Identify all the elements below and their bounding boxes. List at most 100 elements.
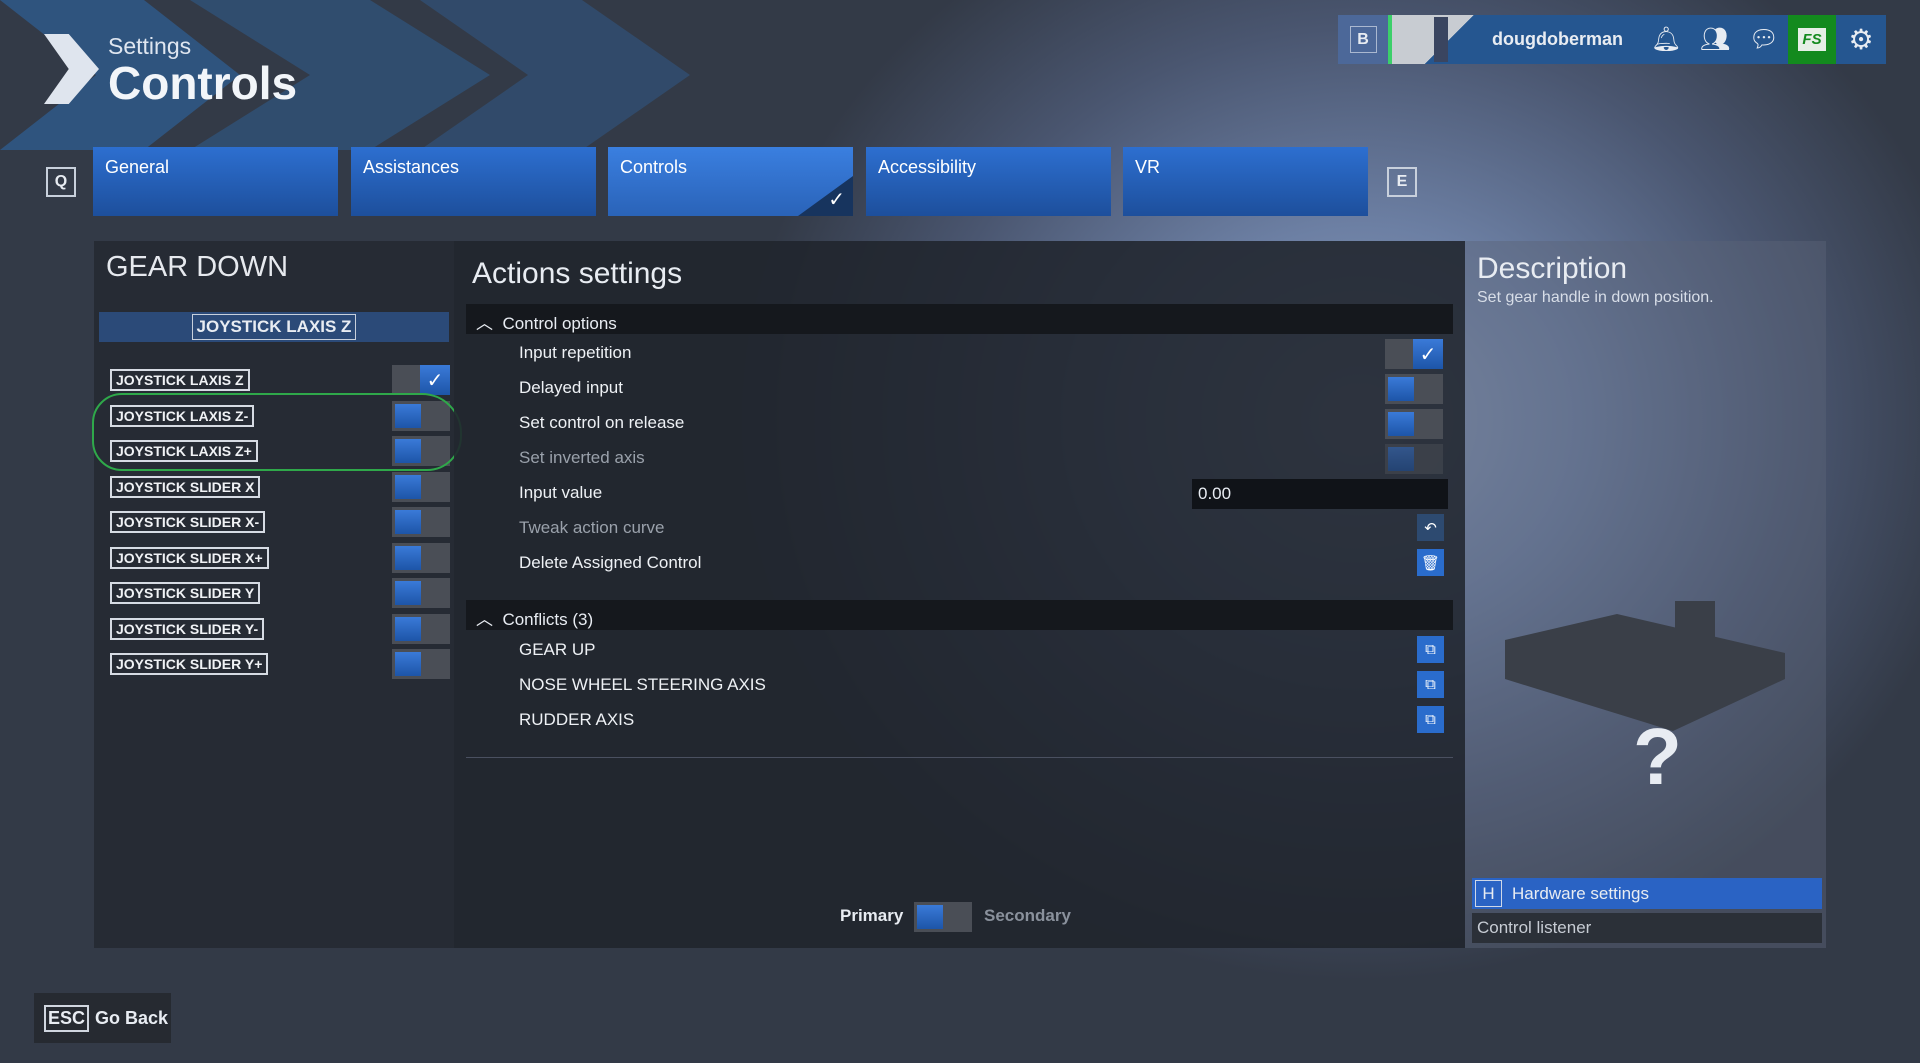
- username[interactable]: dougdoberman: [1492, 29, 1642, 50]
- delayed-input-toggle[interactable]: [1385, 374, 1443, 404]
- hardware-settings-label: Hardware settings: [1512, 883, 1650, 903]
- input-list-item[interactable]: JOYSTICK SLIDER X: [110, 471, 450, 502]
- input-toggle[interactable]: [392, 613, 450, 644]
- option-delete-control: Delete Assigned Control: [519, 553, 702, 572]
- open-external-icon[interactable]: ⧉: [1417, 636, 1444, 663]
- input-toggle[interactable]: [392, 507, 450, 537]
- input-toggle[interactable]: [392, 649, 450, 679]
- unknown-device-icon: ?: [1633, 712, 1682, 801]
- check-icon: ✓: [420, 365, 450, 395]
- selected-input-label: JOYSTICK LAXIS Z: [191, 314, 357, 340]
- primary-label: Primary: [840, 906, 904, 925]
- prev-tab-key[interactable]: Q: [46, 167, 76, 197]
- inverted-axis-toggle[interactable]: [1385, 444, 1443, 474]
- tab-controls[interactable]: Controls ✓: [608, 147, 853, 216]
- tab-general[interactable]: General: [93, 147, 338, 216]
- toggle-knob: [1388, 412, 1414, 436]
- controller-silhouette-stick: [1675, 601, 1715, 701]
- input-list-item[interactable]: JOYSTICK SLIDER Y+: [110, 649, 450, 679]
- input-label: JOYSTICK LAXIS Z: [110, 369, 250, 391]
- input-label: JOYSTICK SLIDER X: [110, 475, 261, 498]
- toggle-knob: [395, 510, 421, 534]
- input-list-item[interactable]: JOYSTICK SLIDER Y-: [110, 613, 450, 644]
- toggle-knob: [395, 652, 421, 676]
- conflict-item: RUDDER AXIS: [519, 710, 635, 729]
- marketplace-button[interactable]: FS: [1788, 15, 1836, 64]
- chevron-up-icon: ︿: [476, 314, 493, 333]
- toggle-knob: [395, 616, 421, 641]
- check-icon: ✓: [828, 189, 845, 211]
- marketplace-icon: FS: [1798, 28, 1826, 51]
- option-input-value: Input value: [519, 483, 603, 502]
- divider: [466, 757, 1453, 758]
- tab-vr[interactable]: VR: [1123, 147, 1368, 216]
- actions-settings-panel: Actions settings ︿ Control options Input…: [454, 241, 1465, 948]
- input-value-field[interactable]: 0.00: [1192, 479, 1448, 509]
- tab-label: Assistances: [363, 157, 460, 177]
- input-list-item[interactable]: JOYSTICK SLIDER Y: [110, 578, 450, 608]
- input-toggle[interactable]: [392, 471, 450, 502]
- conflict-item: NOSE WHEEL STEERING AXIS: [519, 675, 766, 694]
- open-external-icon[interactable]: ⧉: [1417, 706, 1444, 733]
- trash-icon[interactable]: 🗑︎: [1417, 549, 1444, 576]
- input-toggle[interactable]: [392, 578, 450, 608]
- control-listener-button[interactable]: Control listener: [1472, 913, 1822, 943]
- input-label: JOYSTICK SLIDER Y: [110, 582, 261, 604]
- input-repetition-toggle[interactable]: ✓: [1385, 339, 1443, 369]
- conflicts-header[interactable]: ︿ Conflicts (3): [466, 600, 1453, 630]
- tab-label: VR: [1135, 157, 1161, 177]
- description-title: Description: [1477, 252, 1628, 285]
- toggle-knob: [395, 474, 421, 499]
- open-external-icon[interactable]: ⧉: [1417, 671, 1444, 698]
- tab-label: Accessibility: [878, 157, 977, 177]
- control-options-header[interactable]: ︿ Control options: [466, 304, 1453, 334]
- check-icon: ✓: [1413, 339, 1443, 369]
- actions-title: Actions settings: [472, 257, 683, 290]
- input-toggle[interactable]: [392, 542, 450, 573]
- gear-icon[interactable]: ⚙: [1836, 23, 1886, 56]
- set-on-release-toggle[interactable]: [1385, 409, 1443, 439]
- section-label: Conflicts (3): [502, 610, 594, 629]
- avatar-figure: [1434, 17, 1448, 62]
- tab-assistances[interactable]: Assistances: [351, 147, 596, 216]
- tab-accessibility[interactable]: Accessibility: [866, 147, 1111, 216]
- toggle-knob: [395, 581, 421, 605]
- hardware-settings-button[interactable]: H Hardware settings: [1472, 878, 1822, 909]
- input-list-item[interactable]: JOYSTICK LAXIS Z ✓: [110, 365, 450, 395]
- primary-secondary-toggle[interactable]: [914, 902, 972, 932]
- action-title: GEAR DOWN: [106, 251, 289, 283]
- description-panel: Description Set gear handle in down posi…: [1465, 241, 1826, 948]
- toggle-knob: [917, 905, 943, 929]
- input-toggle[interactable]: ✓: [392, 365, 450, 395]
- page-title: Controls: [108, 57, 298, 109]
- option-set-on-release: Set control on release: [519, 413, 685, 432]
- option-tweak-curve: Tweak action curve: [519, 518, 665, 537]
- next-tab-key[interactable]: E: [1387, 167, 1417, 197]
- toggle-knob: [1388, 377, 1414, 401]
- avatar[interactable]: [1392, 15, 1492, 64]
- go-back-button[interactable]: ESC Go Back: [34, 993, 171, 1043]
- input-label: JOYSTICK SLIDER Y+: [110, 653, 269, 675]
- h-key-label: H: [1475, 880, 1502, 907]
- friends-icon[interactable]: 👥︎: [1690, 25, 1740, 54]
- bell-icon[interactable]: 🔔︎: [1642, 25, 1690, 54]
- input-list-item[interactable]: JOYSTICK SLIDER X-: [110, 507, 450, 537]
- b-key-button[interactable]: B: [1338, 15, 1388, 64]
- selected-input-bar[interactable]: JOYSTICK LAXIS Z: [99, 312, 449, 342]
- secondary-label: Secondary: [984, 906, 1071, 925]
- option-inverted-axis: Set inverted axis: [519, 448, 645, 467]
- option-delayed-input: Delayed input: [519, 378, 623, 397]
- toggle-knob: [395, 545, 421, 570]
- profile-bar: B dougdoberman 🔔︎ 👥︎ 💬︎ FS ⚙: [1338, 15, 1886, 64]
- input-label: JOYSTICK SLIDER Y-: [110, 617, 265, 640]
- curve-icon[interactable]: ↶: [1417, 514, 1444, 541]
- toggle-knob: [1388, 447, 1414, 471]
- conflict-item: GEAR UP: [519, 640, 596, 659]
- b-key-label: B: [1349, 26, 1377, 53]
- input-list-item[interactable]: JOYSTICK SLIDER X+: [110, 542, 450, 573]
- tab-label: Controls: [620, 157, 688, 177]
- input-label: JOYSTICK SLIDER X-: [110, 511, 266, 533]
- esc-key-label: ESC: [44, 1004, 90, 1032]
- chat-icon[interactable]: 💬︎: [1740, 25, 1788, 54]
- go-back-label: Go Back: [95, 1007, 169, 1028]
